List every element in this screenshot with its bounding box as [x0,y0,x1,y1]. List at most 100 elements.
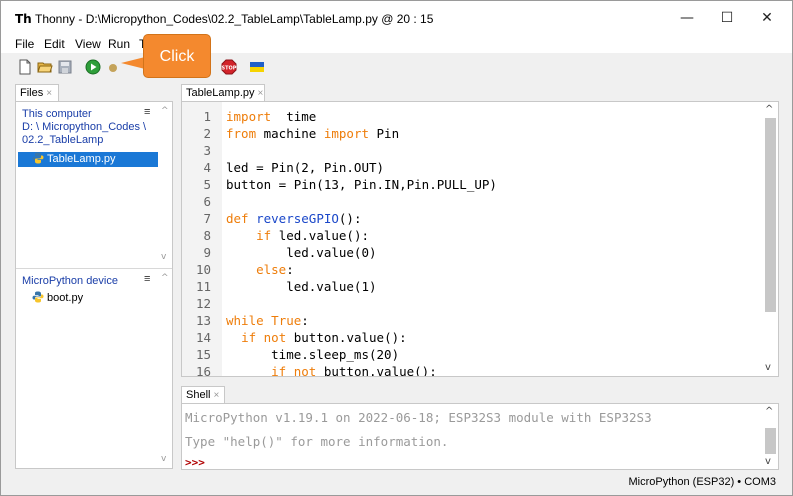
line-number: 14 [195,330,211,345]
code-text: led.value(): [271,228,370,243]
shell-help-hint: Type "help()" for more information. [185,434,449,449]
line-number: 4 [203,160,211,175]
files-panel: This computer ≡ ^ D: \ Micropython_Codes… [15,101,173,469]
chevron-down-icon[interactable]: v [765,456,771,467]
menu-view[interactable]: View [75,37,101,51]
menu-run[interactable]: Run [108,37,130,51]
chevron-up-icon[interactable]: ^ [161,273,169,283]
code-text: time [271,109,317,124]
chevron-up-icon[interactable]: ^ [765,104,773,115]
code-keyword: if [241,330,257,345]
chevron-down-icon[interactable]: v [161,252,166,262]
line-number: 8 [203,228,211,243]
line-number: 3 [203,143,211,158]
interpreter-status[interactable]: MicroPython (ESP32) • COM3 [628,476,776,488]
code-line[interactable]: led.value(0) [226,245,377,260]
code-text: (): [338,211,362,226]
file-item-boot[interactable]: boot.py [18,291,158,306]
code-line[interactable]: else: [226,262,294,277]
code-text: : [286,262,294,277]
code-line[interactable]: import time [226,109,316,124]
code-keyword: if [271,364,287,377]
chevron-up-icon[interactable]: ^ [161,106,169,116]
panel-divider [16,268,172,269]
close-icon[interactable]: × [213,390,219,401]
run-icon[interactable] [85,59,101,75]
menu-file[interactable]: File [15,37,34,51]
stop-icon[interactable]: STOP [221,59,237,75]
new-file-icon[interactable] [17,59,33,75]
current-path-line2[interactable]: 02.2_TableLamp [22,134,103,146]
editor-scrollbar[interactable]: ^ v [762,102,778,376]
file-item-tablelamp[interactable]: TableLamp.py [18,152,158,167]
code-line[interactable]: button = Pin(13, Pin.IN,Pin.PULL_UP) [226,177,497,192]
line-number: 15 [195,347,211,362]
current-path-line1[interactable]: D: \ Micropython_Codes \ [22,121,146,133]
line-number-gutter: 1 2 3 4 5 6 7 8 9 10 11 12 13 14 15 16 [182,102,222,376]
thonny-logo-icon: Th [15,12,32,26]
chevron-down-icon[interactable]: v [161,454,166,464]
thonny-window: Th Thonny - D:\Micropython_Codes\02.2_Ta… [0,0,793,496]
menu-bar: File Edit View Run T [1,35,792,53]
code-text: button = Pin(13, Pin.IN,Pin.PULL_UP) [226,177,497,192]
code-line[interactable]: from machine import Pin [226,126,399,141]
shell-scrollbar[interactable]: ^ v [762,404,778,469]
ukraine-flag-icon[interactable] [249,59,265,75]
code-line[interactable]: if not button.value(): [226,330,407,345]
code-keyword: else [256,262,287,277]
code-text: led.value(0) [226,245,377,260]
code-line[interactable]: if not button.value(): [226,364,437,377]
svg-text:STOP: STOP [222,66,237,72]
code-line[interactable]: def reverseGPIO(): [226,211,361,226]
code-line[interactable]: led = Pin(2, Pin.OUT) [226,160,384,175]
maximize-button[interactable]: ☐ [707,6,747,30]
shell-banner: MicroPython v1.19.1 on 2022-06-18; ESP32… [185,410,652,425]
line-number: 1 [203,109,211,124]
code-text: button.value(): [286,330,407,345]
scroll-thumb[interactable] [765,118,776,312]
code-line[interactable]: while True: [226,313,309,328]
code-line[interactable]: if led.value(): [226,228,369,243]
code-keyword: not [293,364,317,377]
code-text: machine [256,126,324,141]
code-keyword: import [323,126,369,141]
this-computer-label: This computer [22,108,92,120]
close-button[interactable]: ✕ [747,6,787,30]
close-icon[interactable]: × [46,88,52,99]
chevron-down-icon[interactable]: v [765,362,771,373]
line-number: 16 [195,364,211,377]
device-menu-icon[interactable]: ≡ [144,273,150,285]
line-number: 12 [195,296,211,311]
save-icon[interactable] [57,59,73,75]
code-line[interactable]: led.value(1) [226,279,376,294]
shell-panel[interactable]: MicroPython v1.19.1 on 2022-06-18; ESP32… [181,403,779,470]
tab-shell[interactable]: Shell × [181,386,225,404]
code-keyword: not [263,330,287,345]
tab-tablelamp[interactable]: TableLamp.py × [181,84,265,102]
panel-menu-icon[interactable]: ≡ [144,106,150,118]
shell-prompt[interactable]: >>> [185,456,205,469]
code-keyword: True [271,313,302,328]
minimize-button[interactable]: — [667,6,707,30]
code-text: button.value(): [316,364,437,377]
title-bar: Th Thonny - D:\Micropython_Codes\02.2_Ta… [1,1,792,35]
code-line[interactable]: time.sleep_ms(20) [226,347,399,362]
code-editor[interactable]: 1 2 3 4 5 6 7 8 9 10 11 12 13 14 15 16 i… [181,101,779,377]
code-text: : [301,313,309,328]
line-number: 13 [195,313,211,328]
line-number: 9 [203,245,211,260]
tab-files[interactable]: Files × [15,84,59,102]
menu-edit[interactable]: Edit [44,37,65,51]
debug-icon[interactable] [105,59,121,75]
scroll-thumb[interactable] [765,428,776,454]
close-icon[interactable]: × [258,88,264,99]
chevron-up-icon[interactable]: ^ [765,406,773,417]
open-file-icon[interactable] [37,59,53,75]
micropython-device-label: MicroPython device [22,275,118,287]
